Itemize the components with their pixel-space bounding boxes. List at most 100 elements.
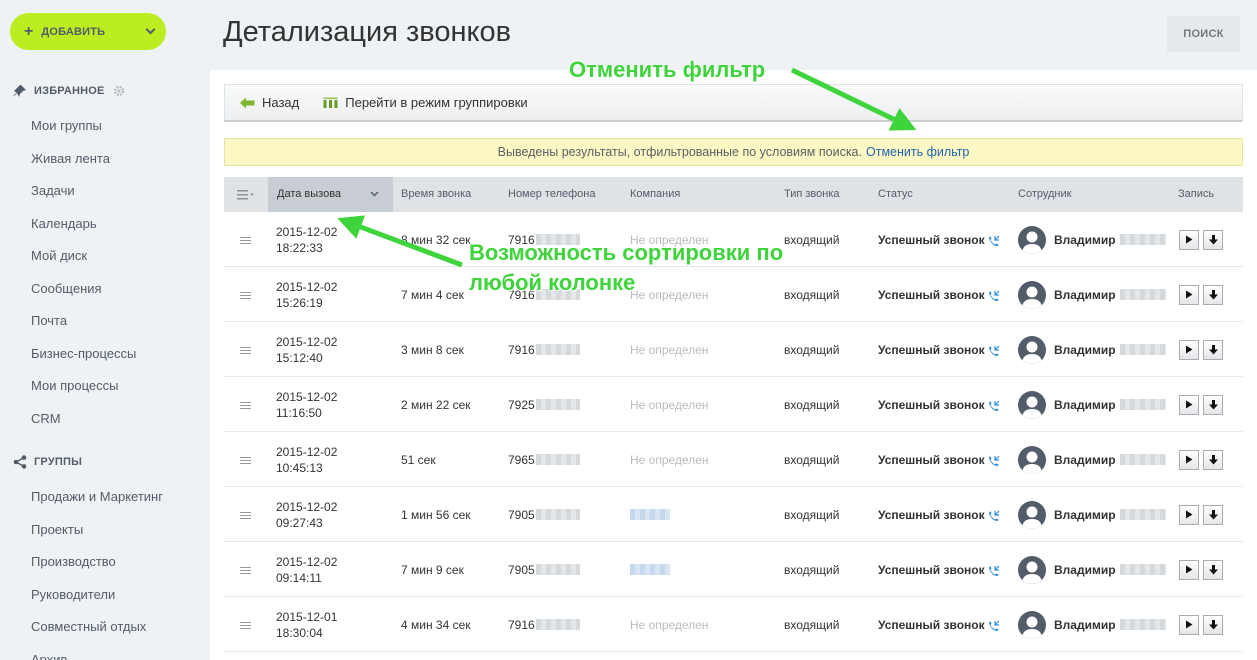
play-button[interactable] — [1179, 284, 1199, 305]
employee[interactable]: Владимир — [1018, 597, 1166, 652]
call-duration: 1 мин 56 сек — [401, 507, 471, 522]
company[interactable] — [630, 542, 670, 597]
table-row[interactable]: 2015-12-02 15:26:19 7 мин 4 сек 7916 Не опре… — [224, 267, 1243, 322]
sidebar-item[interactable]: Мой диск — [31, 240, 136, 273]
drag-handle-icon[interactable] — [240, 377, 252, 432]
call-type: входящий — [784, 452, 840, 467]
phone-incoming-icon — [988, 290, 1000, 301]
download-button[interactable] — [1203, 229, 1223, 250]
download-button[interactable] — [1203, 614, 1223, 635]
call-duration: 7 мин 9 сек — [401, 562, 464, 577]
employee-surname-redacted — [1119, 619, 1166, 630]
drag-handle-icon[interactable] — [240, 322, 252, 377]
employee[interactable]: Владимир — [1018, 542, 1166, 597]
groups-header[interactable]: ГРУППЫ — [13, 455, 82, 469]
call-date-time: 18:30:04 — [276, 625, 323, 640]
table-row[interactable]: 2015-12-02 09:27:43 1 мин 56 сек 7905 входящ… — [224, 487, 1243, 542]
cancel-filter-link[interactable]: Отменить фильтр — [866, 145, 969, 159]
play-button[interactable] — [1179, 339, 1199, 360]
employee-surname-redacted — [1119, 454, 1166, 465]
table-row[interactable]: 2015-12-02 11:16:50 2 мин 22 сек 7925 Не опр… — [224, 377, 1243, 432]
sidebar-item[interactable]: Бизнес-процессы — [31, 338, 136, 371]
drag-handle-icon[interactable] — [240, 487, 252, 542]
play-button[interactable] — [1179, 504, 1199, 525]
play-button[interactable] — [1179, 559, 1199, 580]
column-header-status[interactable]: Статус — [878, 177, 913, 212]
call-duration: 7 мин 4 сек — [401, 287, 464, 302]
table-row[interactable]: 2015-12-02 15:12:40 3 мин 8 сек 7916 Не опре… — [224, 322, 1243, 377]
column-header-date[interactable]: Дата вызова — [268, 177, 393, 212]
grouping-mode-button[interactable]: Перейти в режим группировки — [323, 95, 528, 110]
download-button[interactable] — [1203, 449, 1223, 470]
company-link-redacted[interactable] — [630, 509, 670, 520]
employee[interactable]: Владимир — [1018, 487, 1166, 542]
download-icon — [1208, 564, 1218, 574]
sidebar-group-item[interactable]: Производство — [31, 546, 163, 579]
sidebar-item[interactable]: Мои группы — [31, 110, 136, 143]
download-button[interactable] — [1203, 394, 1223, 415]
download-icon — [1208, 399, 1218, 409]
column-header-phone[interactable]: Номер телефона — [508, 177, 595, 212]
download-button[interactable] — [1203, 339, 1223, 360]
phone-number[interactable]: 7905 — [508, 542, 580, 597]
column-header-record[interactable]: Запись — [1178, 177, 1214, 212]
employee[interactable]: Владимир — [1018, 322, 1166, 377]
drag-handle-icon[interactable] — [240, 267, 252, 322]
column-header-duration[interactable]: Время звонка — [401, 177, 471, 212]
sidebar-item[interactable]: Почта — [31, 305, 136, 338]
phone-number[interactable]: 7916 — [508, 597, 580, 652]
drag-handle-icon[interactable] — [240, 432, 252, 487]
add-button[interactable]: + ДОБАВИТЬ — [10, 13, 166, 50]
table-row[interactable]: 2015-12-02 09:14:11 7 мин 9 сек 7905 входящи… — [224, 542, 1243, 597]
call-status: Успешный звонок — [878, 212, 1000, 267]
sidebar-group-item[interactable]: Архив — [31, 644, 163, 660]
drag-handle-icon[interactable] — [240, 597, 252, 652]
user-icon — [1022, 561, 1042, 584]
column-header-employee[interactable]: Сотрудник — [1018, 177, 1071, 212]
call-date: 2015-12-02 18:22:33 — [276, 212, 337, 267]
table-row[interactable]: 2015-12-01 18:30:04 4 мин 34 сек 7916 Не опр… — [224, 597, 1243, 652]
filter-notice: Выведены результаты, отфильтрованные по … — [224, 138, 1243, 166]
table-row[interactable]: 2015-12-02 10:45:13 51 сек 7965 Не определен… — [224, 432, 1243, 487]
phone-number[interactable]: 7916 — [508, 322, 580, 377]
sidebar-item[interactable]: Сообщения — [31, 273, 136, 306]
play-button[interactable] — [1179, 229, 1199, 250]
sidebar-item[interactable]: Задачи — [31, 175, 136, 208]
employee[interactable]: Владимир — [1018, 432, 1166, 487]
sidebar-item[interactable]: Мои процессы — [31, 370, 136, 403]
gear-icon[interactable] — [113, 85, 125, 97]
column-settings-button[interactable] — [224, 177, 268, 212]
employee[interactable]: Владимир — [1018, 377, 1166, 432]
call-duration: 3 мин 8 сек — [401, 342, 464, 357]
drag-handle-icon[interactable] — [240, 542, 252, 597]
sidebar-group-item[interactable]: Продажи и Маркетинг — [31, 481, 163, 514]
sidebar-item[interactable]: Календарь — [31, 208, 136, 241]
column-header-type[interactable]: Тип звонка — [784, 177, 840, 212]
back-button[interactable]: Назад — [240, 95, 299, 110]
play-icon — [1186, 345, 1193, 354]
employee[interactable]: Владимир — [1018, 267, 1166, 322]
phone-number[interactable]: 7905 — [508, 487, 580, 542]
sidebar-item[interactable]: Живая лента — [31, 143, 136, 176]
employee[interactable]: Владимир — [1018, 212, 1166, 267]
sidebar-group-item[interactable]: Руководители — [31, 579, 163, 612]
phone-number[interactable]: 7965 — [508, 432, 580, 487]
sidebar-item[interactable]: CRM — [31, 403, 136, 436]
drag-handle-icon[interactable] — [240, 212, 252, 267]
download-button[interactable] — [1203, 559, 1223, 580]
user-icon — [1022, 396, 1042, 419]
download-button[interactable] — [1203, 284, 1223, 305]
column-header-company[interactable]: Компания — [630, 177, 680, 212]
sidebar-group-item[interactable]: Проекты — [31, 514, 163, 547]
play-button[interactable] — [1179, 614, 1199, 635]
download-button[interactable] — [1203, 504, 1223, 525]
search-button[interactable]: ПОИСК — [1167, 16, 1240, 52]
play-button[interactable] — [1179, 449, 1199, 470]
company-link-redacted[interactable] — [630, 564, 670, 575]
phone-number[interactable]: 7925 — [508, 377, 580, 432]
sidebar-group-item[interactable]: Совместный отдых — [31, 611, 163, 644]
play-button[interactable] — [1179, 394, 1199, 415]
company[interactable] — [630, 487, 670, 542]
call-type: входящий — [784, 617, 840, 632]
favorites-header[interactable]: ИЗБРАННОЕ — [13, 84, 125, 98]
